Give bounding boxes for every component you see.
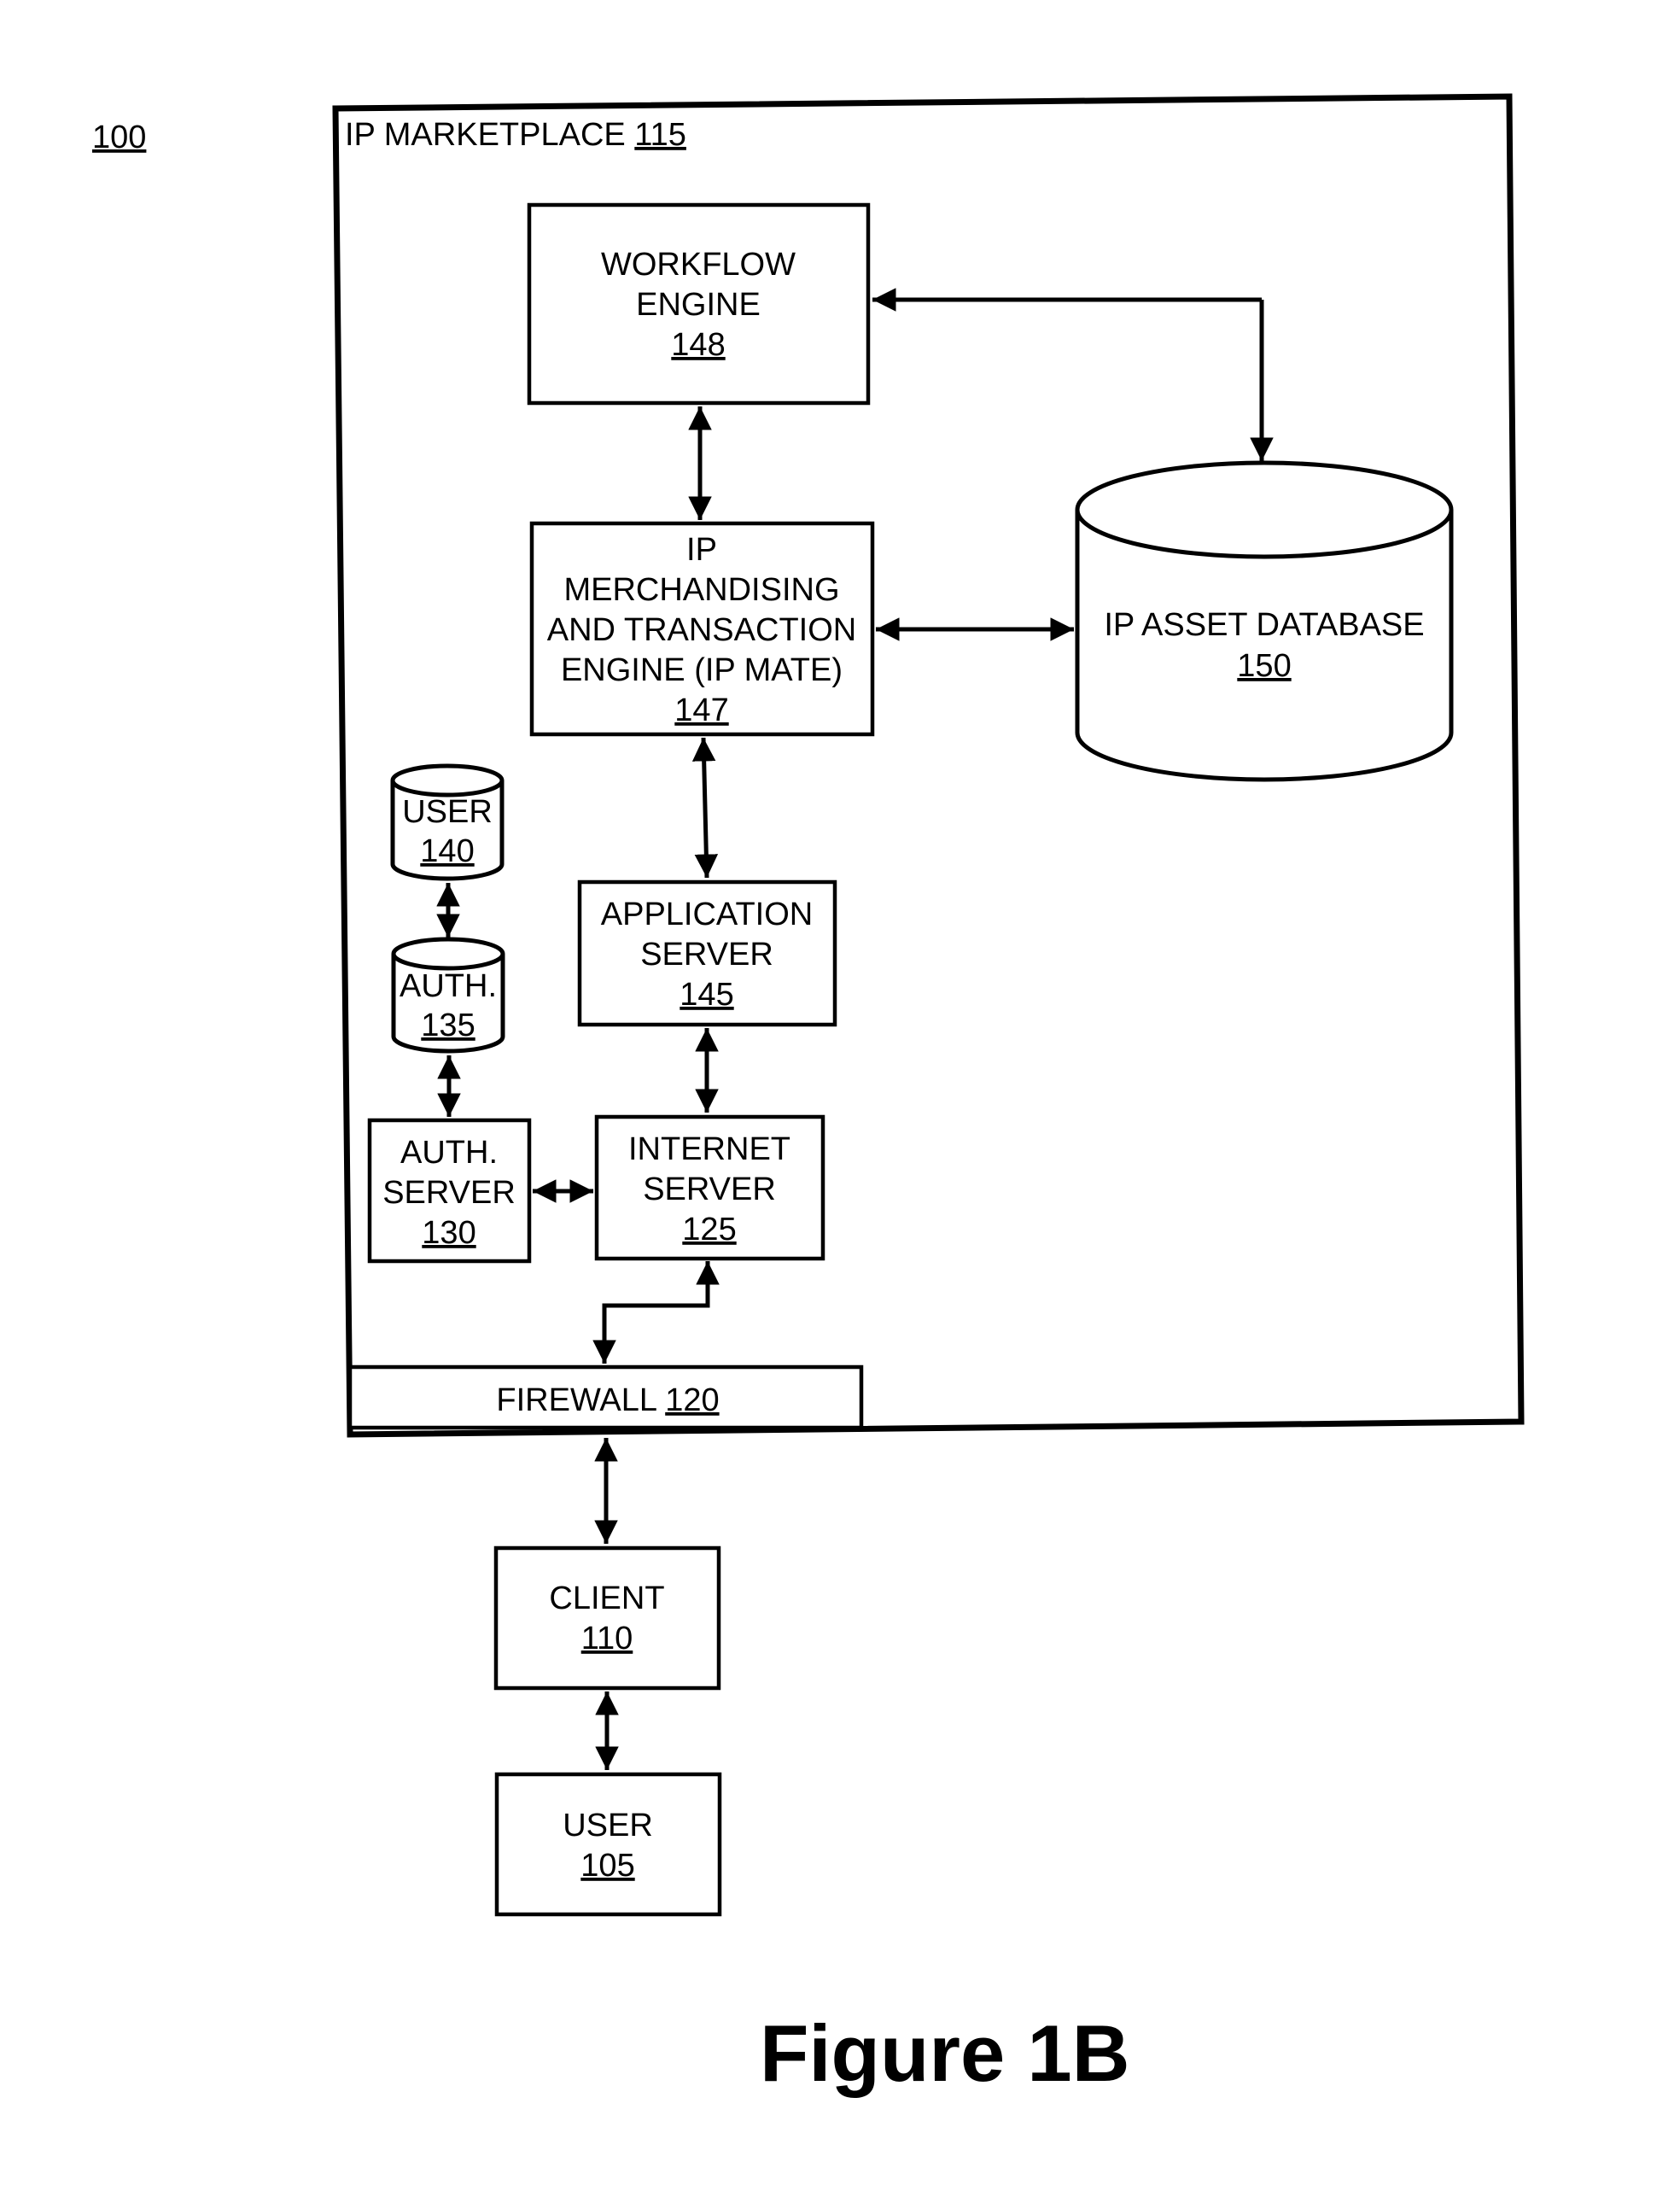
firewall-box: FIREWALL 120 (347, 1364, 864, 1430)
auth-db-label: AUTH. (400, 968, 497, 1004)
client-ref: 110 (581, 1621, 633, 1656)
internet-server-label-1: INTERNET (628, 1131, 790, 1167)
ip-marketplace-title: IP MARKETPLACE 115 (345, 117, 686, 153)
auth-db-cylinder: AUTH. 135 (391, 937, 505, 1054)
internet-server-box: INTERNET SERVER 125 (594, 1114, 825, 1261)
workflow-engine-ref: 148 (671, 327, 725, 363)
ip-mate-box: IP MERCHANDISING AND TRANSACTION ENGINE … (529, 521, 875, 737)
user-db-ref: 140 (420, 833, 474, 869)
internet-server-label-2: SERVER (643, 1171, 776, 1207)
application-server-label-2: SERVER (640, 937, 773, 973)
client-label: CLIENT (549, 1580, 664, 1616)
ip-asset-database-ref: 150 (1237, 648, 1291, 684)
workflow-engine-box: WORKFLOW ENGINE 148 (527, 202, 871, 406)
figure-reference: 100 (92, 120, 146, 155)
connector-ipmate-appserver (691, 737, 719, 879)
auth-server-label-2: SERVER (382, 1175, 516, 1211)
internet-server-ref: 125 (682, 1212, 736, 1247)
ip-mate-ref: 147 (674, 692, 728, 728)
user-db-label: USER (402, 794, 493, 830)
user-db-cylinder: USER 140 (390, 763, 505, 881)
application-server-label-1: APPLICATION (601, 897, 813, 932)
user-ref: 105 (580, 1848, 634, 1884)
ip-mate-label-1: IP (686, 532, 717, 568)
auth-db-ref: 135 (421, 1008, 475, 1043)
firewall-label: FIREWALL 120 (496, 1382, 719, 1418)
user-box: USER 105 (494, 1772, 722, 1917)
user-label: USER (563, 1808, 653, 1843)
auth-server-label-1: AUTH. (400, 1135, 498, 1171)
connector-internet-firewall (592, 1261, 720, 1364)
ip-mate-label-3: AND TRANSACTION (547, 612, 856, 648)
client-box: CLIENT 110 (493, 1545, 721, 1691)
ip-mate-label-4: ENGINE (IP MATE) (561, 652, 843, 688)
system-diagram: 100 IP MARKETPLACE 115 WORKFLOW ENGINE 1… (92, 93, 1525, 2098)
ip-mate-label-2: MERCHANDISING (563, 572, 839, 608)
application-server-box: APPLICATION SERVER 145 (577, 879, 837, 1027)
application-server-ref: 145 (680, 977, 733, 1013)
figure-caption: Figure 1B (760, 2008, 1130, 2098)
auth-server-box: AUTH. SERVER 130 (367, 1118, 532, 1264)
ip-asset-database-cylinder: IP ASSET DATABASE 150 (1075, 460, 1454, 782)
workflow-engine-label-2: ENGINE (636, 287, 761, 323)
ip-asset-database-label: IP ASSET DATABASE (1104, 607, 1424, 643)
workflow-engine-label-1: WORKFLOW (601, 247, 796, 283)
auth-server-ref: 130 (422, 1215, 475, 1251)
